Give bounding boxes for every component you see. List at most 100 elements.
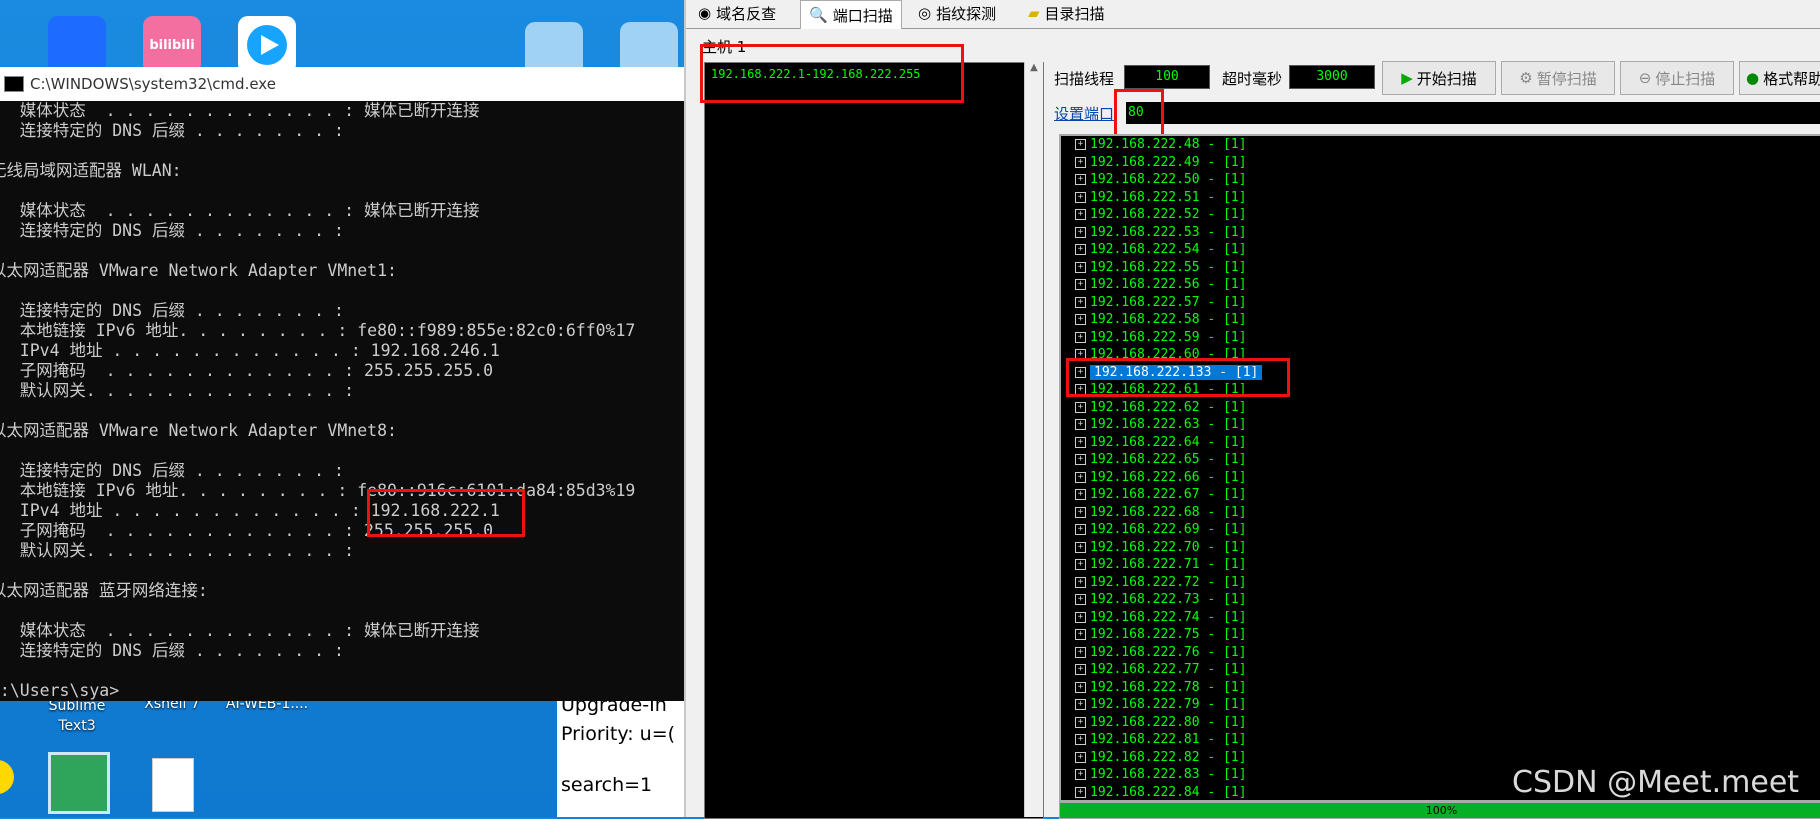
expand-icon[interactable]: + (1075, 436, 1086, 448)
stop-scan-button[interactable]: ⊖ 停止扫描 (1620, 61, 1734, 95)
result-row[interactable]: +192.168.222.81 - [1] (1061, 731, 1820, 749)
expand-icon[interactable]: + (1075, 506, 1086, 518)
pause-scan-button[interactable]: ⚙ 暂停扫描 (1501, 61, 1615, 95)
port-label[interactable]: 设置端口 (1054, 103, 1114, 124)
expand-icon[interactable]: + (1075, 454, 1086, 466)
desktop-label-sublime[interactable]: Sublime Text3 (27, 696, 127, 736)
tencent-video-icon[interactable] (238, 16, 296, 74)
result-row[interactable]: +192.168.222.57 - [1] (1061, 294, 1820, 312)
result-row[interactable]: +192.168.222.75 - [1] (1061, 626, 1820, 644)
expand-icon[interactable]: + (1075, 716, 1086, 728)
start-scan-button[interactable]: ▶ 开始扫描 (1382, 61, 1496, 95)
result-row[interactable]: +192.168.222.59 - [1] (1061, 329, 1820, 347)
cmd-output[interactable]: 媒体状态 . . . . . . . . . . . . : 媒体已断开连接 连… (0, 101, 635, 701)
result-row[interactable]: +192.168.222.133 - [1] (1061, 364, 1820, 382)
expand-icon[interactable]: + (1075, 559, 1086, 571)
expand-icon[interactable]: + (1075, 296, 1086, 308)
format-help-button[interactable]: ● 格式帮助 (1739, 61, 1820, 95)
expand-icon[interactable]: + (1075, 769, 1086, 781)
timeout-input[interactable]: 3000 (1289, 65, 1375, 89)
result-row[interactable]: +192.168.222.53 - [1] (1061, 224, 1820, 242)
result-row[interactable]: +192.168.222.48 - [1] (1061, 136, 1820, 154)
result-row[interactable]: +192.168.222.67 - [1] (1061, 486, 1820, 504)
expand-icon[interactable]: + (1075, 786, 1086, 798)
tab-fingerprint[interactable]: ◎ 指纹探测 (910, 0, 1004, 26)
result-row[interactable]: +192.168.222.54 - [1] (1061, 241, 1820, 259)
expand-icon[interactable]: + (1075, 541, 1086, 553)
bilibili-icon[interactable]: bilibili (143, 16, 201, 74)
expand-icon[interactable]: + (1075, 471, 1086, 483)
feishu-icon[interactable] (48, 16, 106, 74)
result-row[interactable]: +192.168.222.79 - [1] (1061, 696, 1820, 714)
result-row[interactable]: +192.168.222.64 - [1] (1061, 434, 1820, 452)
expand-icon[interactable]: + (1075, 594, 1086, 606)
expand-icon[interactable]: + (1075, 349, 1086, 361)
host-scrollbar[interactable]: ▲ (1024, 62, 1043, 817)
document-icon[interactable] (152, 758, 194, 812)
expand-icon[interactable]: + (1075, 524, 1086, 536)
result-row[interactable]: +192.168.222.68 - [1] (1061, 504, 1820, 522)
result-row[interactable]: +192.168.222.50 - [1] (1061, 171, 1820, 189)
result-row[interactable]: +192.168.222.65 - [1] (1061, 451, 1820, 469)
expand-icon[interactable]: + (1075, 681, 1086, 693)
tab-dir-scan[interactable]: ▰ 目录扫描 (1020, 0, 1113, 26)
expand-icon[interactable]: + (1075, 489, 1086, 501)
expand-icon[interactable]: + (1075, 226, 1086, 238)
expand-icon[interactable]: + (1075, 629, 1086, 641)
expand-icon[interactable]: + (1075, 314, 1086, 326)
expand-icon[interactable]: + (1075, 156, 1086, 168)
expand-icon[interactable]: + (1075, 576, 1086, 588)
scan-results[interactable]: +192.168.222.48 - [1] +192.168.222.49 - [… (1059, 134, 1820, 802)
expand-icon[interactable]: + (1075, 646, 1086, 658)
result-row[interactable]: +192.168.222.56 - [1] (1061, 276, 1820, 294)
expand-icon[interactable]: + (1075, 384, 1086, 396)
threads-input[interactable]: 100 (1124, 65, 1210, 89)
result-row[interactable]: +192.168.222.60 - [1] (1061, 346, 1820, 364)
cmd-titlebar[interactable]: C:\WINDOWS\system32\cmd.exe (0, 67, 684, 101)
expand-icon[interactable]: + (1075, 261, 1086, 273)
tab-domain-reverse[interactable]: ◉ 域名反查 (690, 0, 784, 26)
expand-icon[interactable]: + (1075, 191, 1086, 203)
result-row[interactable]: +192.168.222.55 - [1] (1061, 259, 1820, 277)
expand-icon[interactable]: + (1075, 419, 1086, 431)
result-row[interactable]: +192.168.222.82 - [1] (1061, 749, 1820, 767)
expand-icon[interactable]: + (1075, 209, 1086, 221)
expand-icon[interactable]: + (1075, 751, 1086, 763)
result-row[interactable]: +192.168.222.66 - [1] (1061, 469, 1820, 487)
result-row[interactable]: +192.168.222.51 - [1] (1061, 189, 1820, 207)
host-input[interactable]: 192.168.222.1-192.168.222.255 (704, 62, 1044, 819)
result-row[interactable]: +192.168.222.49 - [1] (1061, 154, 1820, 172)
expand-icon[interactable]: + (1075, 699, 1086, 711)
result-row[interactable]: +192.168.222.77 - [1] (1061, 661, 1820, 679)
expand-icon[interactable]: + (1075, 174, 1086, 186)
expand-icon[interactable]: + (1075, 401, 1086, 413)
result-row[interactable]: +192.168.222.78 - [1] (1061, 679, 1820, 697)
result-row[interactable]: +192.168.222.58 - [1] (1061, 311, 1820, 329)
result-row[interactable]: +192.168.222.61 - [1] (1061, 381, 1820, 399)
expand-icon[interactable]: + (1075, 139, 1086, 151)
result-row[interactable]: +192.168.222.76 - [1] (1061, 644, 1820, 662)
tab-port-scan[interactable]: 🔍 端口扫描 (800, 0, 902, 29)
result-row[interactable]: +192.168.222.63 - [1] (1061, 416, 1820, 434)
expand-icon[interactable]: + (1075, 331, 1086, 343)
result-row[interactable]: +192.168.222.72 - [1] (1061, 574, 1820, 592)
result-row[interactable]: +192.168.222.73 - [1] (1061, 591, 1820, 609)
port-input[interactable]: 80 (1126, 102, 1820, 124)
scroll-up-icon[interactable]: ▲ (1025, 62, 1043, 73)
result-row[interactable]: +192.168.222.69 - [1] (1061, 521, 1820, 539)
expand-icon[interactable]: + (1075, 664, 1086, 676)
expand-icon[interactable]: + (1075, 279, 1086, 291)
result-row[interactable]: +192.168.222.70 - [1] (1061, 539, 1820, 557)
result-row[interactable]: +192.168.222.52 - [1] (1061, 206, 1820, 224)
result-row[interactable]: +192.168.222.80 - [1] (1061, 714, 1820, 732)
scanner-app[interactable]: ◉ 域名反查 🔍 端口扫描 ◎ 指纹探测 ▰ 目录扫描 主机 1 192.168.222… (684, 0, 1820, 819)
result-row[interactable]: +192.168.222.62 - [1] (1061, 399, 1820, 417)
result-row[interactable]: +192.168.222.71 - [1] (1061, 556, 1820, 574)
expand-icon[interactable]: + (1075, 244, 1086, 256)
coin-icon[interactable] (0, 760, 14, 794)
expand-icon[interactable]: + (1075, 611, 1086, 623)
network-icon[interactable] (48, 752, 110, 814)
result-row[interactable]: +192.168.222.74 - [1] (1061, 609, 1820, 627)
cmd-window[interactable]: C:\WINDOWS\system32\cmd.exe 媒体状态 . . . .… (0, 67, 684, 701)
expand-icon[interactable]: + (1075, 366, 1086, 378)
